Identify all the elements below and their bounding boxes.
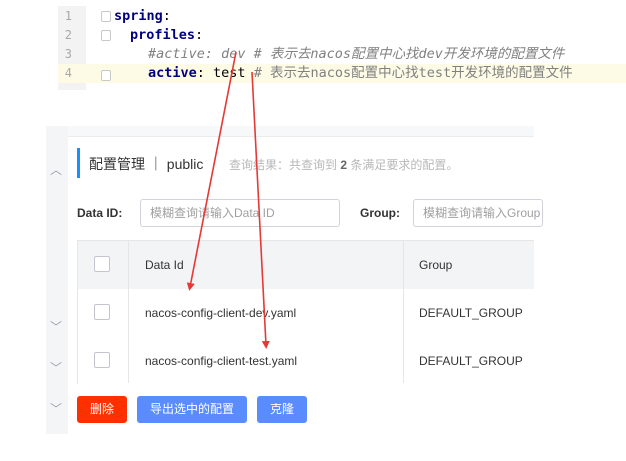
chevron-down-icon[interactable]: ﹀ <box>49 402 63 416</box>
column-divider <box>403 241 404 383</box>
code-line-3[interactable]: 3 #active: dev # 表示去nacos配置中心找dev开发环境的配置… <box>58 45 626 64</box>
code-line-1[interactable]: 1 spring: <box>58 7 626 26</box>
delete-button[interactable]: 删除 <box>77 396 127 423</box>
data-id-cell[interactable]: nacos-config-client-test.yaml <box>145 337 297 385</box>
column-header-group[interactable]: Group <box>419 241 452 289</box>
data-id-cell[interactable]: nacos-config-client-dev.yaml <box>145 289 296 337</box>
column-divider <box>128 241 129 383</box>
chevron-down-icon[interactable]: ﹀ <box>49 320 63 334</box>
line-number: 3 <box>64 47 72 61</box>
yaml-key: profiles <box>130 27 196 43</box>
table-row[interactable]: nacos-config-client-test.yaml DEFAULT_GR… <box>78 337 534 385</box>
clone-button[interactable]: 克隆 <box>257 396 307 423</box>
group-input[interactable]: 模糊查询请输入Group <box>413 199 543 227</box>
yaml-comment: #active: dev # 表示去nacos配置中心找dev开发环境的配置文件 <box>148 46 565 62</box>
fold-marker-icon[interactable] <box>101 11 111 22</box>
top-divider <box>68 126 534 137</box>
page-title: 配置管理 ｜ public <box>89 156 204 172</box>
select-all-checkbox[interactable] <box>94 256 110 272</box>
data-id-label: Data ID: <box>77 206 123 220</box>
export-selected-button[interactable]: 导出选中的配置 <box>137 396 247 423</box>
config-table: Data Id Group nacos-config-client-dev.ya… <box>77 240 534 385</box>
line-number: 1 <box>64 9 72 23</box>
code-line-4[interactable]: 4 active: test # 表示去nacos配置中心找test开发环境的配… <box>58 64 626 83</box>
code-line-2[interactable]: 2 profiles: <box>58 26 626 45</box>
yaml-comment: # 表示去nacos配置中心找test开发环境的配置文件 <box>245 65 573 81</box>
group-cell: DEFAULT_GROUP <box>419 354 523 368</box>
yaml-key: active <box>148 65 197 81</box>
row-checkbox[interactable] <box>94 304 110 320</box>
title-accent-bar <box>77 148 80 178</box>
code-editor: 1 spring: 2 profiles: 3 #active: dev # 表… <box>58 6 626 90</box>
column-header-data-id[interactable]: Data Id <box>145 241 184 289</box>
group-label: Group: <box>360 206 400 220</box>
line-number: 2 <box>64 28 72 42</box>
chevron-up-icon[interactable]: ︿ <box>49 163 63 177</box>
sidebar: ︿ ﹀ ﹀ ﹀ <box>46 126 68 434</box>
group-cell: DEFAULT_GROUP <box>419 306 523 320</box>
query-result-text: 查询结果：共查询到 2 条满足要求的配置。 <box>229 158 459 172</box>
fold-marker-icon[interactable] <box>101 30 111 41</box>
row-checkbox[interactable] <box>94 352 110 368</box>
chevron-down-icon[interactable]: ﹀ <box>49 361 63 375</box>
table-header: Data Id Group <box>78 241 534 290</box>
yaml-key: spring <box>114 8 163 24</box>
data-id-input[interactable]: 模糊查询请输入Data ID <box>140 199 340 227</box>
fold-marker-icon[interactable] <box>101 70 111 81</box>
yaml-value: test <box>204 65 246 81</box>
line-number: 4 <box>64 66 72 80</box>
table-row[interactable]: nacos-config-client-dev.yaml DEFAULT_GRO… <box>78 289 534 338</box>
